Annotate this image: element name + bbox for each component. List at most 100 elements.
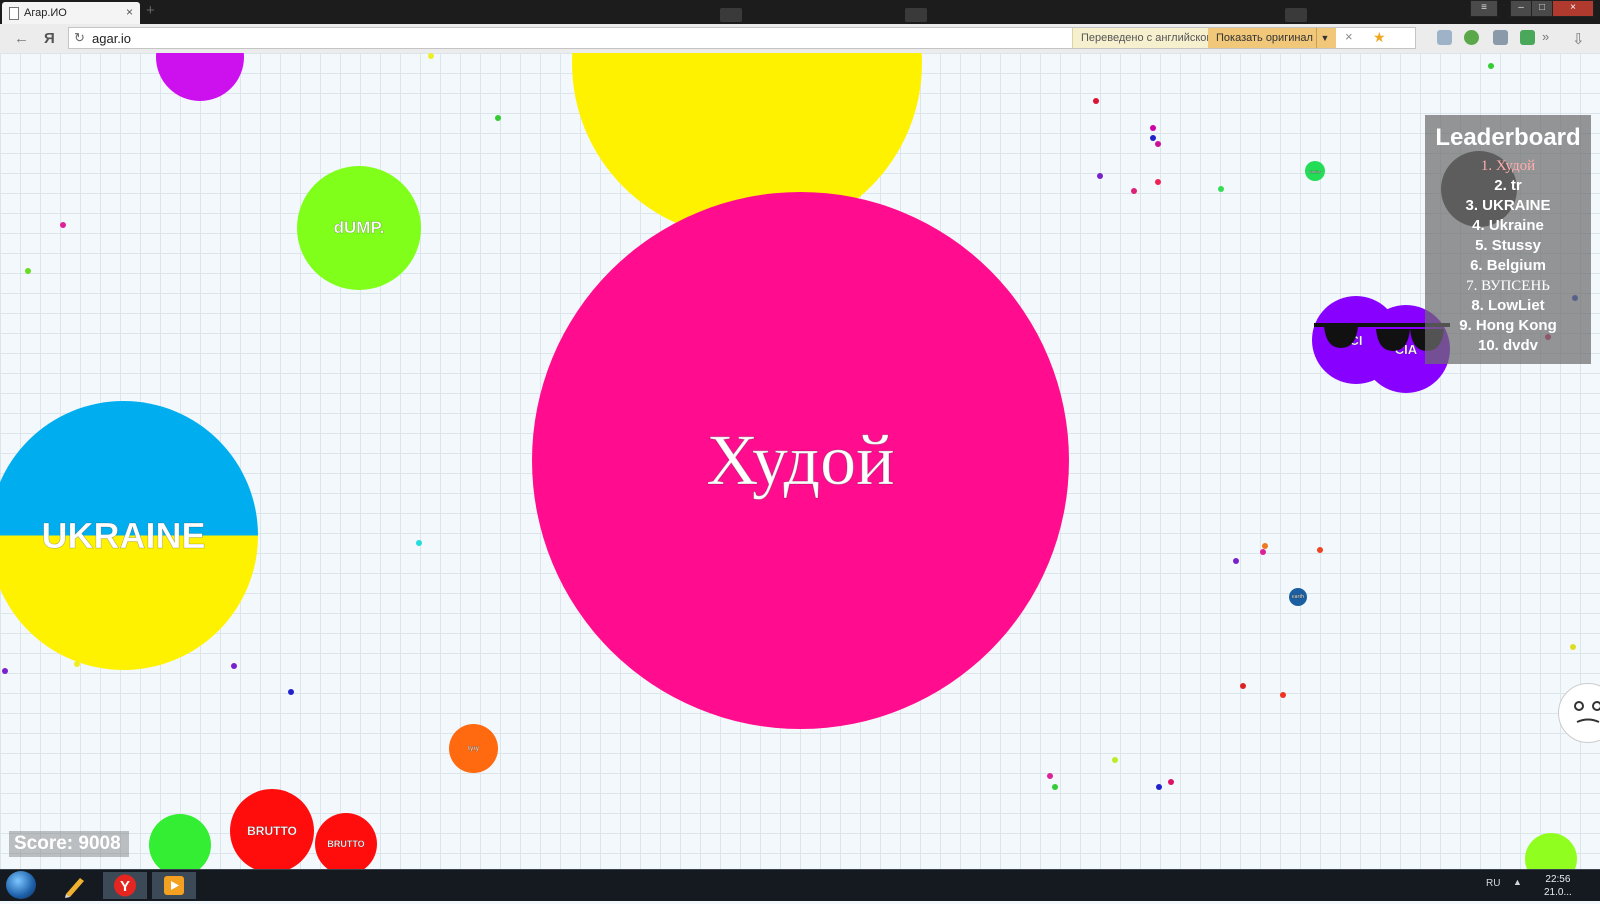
- window-close-button[interactable]: ×: [1552, 0, 1594, 17]
- keyboard-language[interactable]: RU: [1486, 878, 1500, 889]
- taskbar-app-media-player[interactable]: [152, 872, 196, 899]
- food-pellet: [1150, 135, 1156, 141]
- food-pellet: [1155, 179, 1161, 185]
- back-arrow-icon[interactable]: ←: [14, 30, 29, 47]
- clock-time: 22:56: [1545, 874, 1571, 885]
- food-pellet: [2, 668, 8, 674]
- cell-name-label: earth: [1291, 594, 1305, 601]
- cell-name-label: Kallus: [1308, 168, 1322, 174]
- food-pellet: [25, 268, 31, 274]
- food-pellet: [231, 663, 237, 669]
- food-pellet: [1047, 773, 1053, 779]
- leaderboard-entry: 4. Ukraine: [1472, 217, 1544, 234]
- cell-name-label: BRUTTO: [247, 824, 297, 839]
- new-tab-button[interactable]: +: [146, 3, 155, 18]
- mail-icon[interactable]: [1437, 30, 1452, 45]
- taskbar-app[interactable]: [52, 872, 96, 899]
- chevron-down-icon[interactable]: ▼: [1316, 28, 1333, 48]
- leaderboard-entry: 6. Belgium: [1470, 257, 1546, 274]
- browser-tab[interactable]: Агар.ИО ×: [2, 2, 140, 24]
- yandex-browser-icon: Y: [114, 874, 136, 897]
- bookmark-star-icon[interactable]: ★: [1373, 29, 1386, 46]
- food-pellet: [1218, 186, 1224, 192]
- url-text[interactable]: agar.io: [92, 31, 131, 46]
- main-player-cell: Худой: [532, 192, 1069, 729]
- leaderboard-entry: 9. Hong Kong: [1459, 317, 1557, 334]
- lock-extension-icon[interactable]: [1493, 30, 1508, 45]
- cell-name-label: UKRAINE: [41, 514, 206, 556]
- food-pellet: [1233, 558, 1239, 564]
- meme-face-skin-cell: [1558, 683, 1600, 743]
- start-button[interactable]: [6, 871, 36, 899]
- translated-notice: Переведено с английского: [1072, 28, 1225, 48]
- leaderboard: Leaderboard 1. Худой 2. tr 3. UKRAINE 4.…: [1425, 115, 1591, 364]
- tab-close-button[interactable]: ×: [126, 5, 133, 19]
- shield-icon[interactable]: [1520, 30, 1535, 45]
- maximize-button[interactable]: □: [1531, 0, 1553, 17]
- cell-name-label: dUMP.: [333, 218, 385, 238]
- food-pellet: [1097, 173, 1103, 179]
- clock-date: 21.0...: [1544, 887, 1572, 898]
- food-pellet: [1052, 784, 1058, 790]
- leaderboard-entry: 1. Худой: [1480, 158, 1536, 174]
- clock[interactable]: 22:56 21.0...: [1544, 873, 1572, 899]
- player-cell-brutto: BRUTTO: [230, 789, 314, 869]
- player-cell: [156, 53, 244, 101]
- show-original-button[interactable]: Показать оригинал ▼: [1208, 28, 1336, 48]
- food-pellet: [1260, 549, 1266, 555]
- food-pellet: [1150, 125, 1156, 131]
- food-pellet: [1112, 757, 1118, 763]
- media-player-icon: [164, 876, 184, 895]
- cell-name-label: Худой: [706, 420, 895, 501]
- page-icon: [9, 7, 19, 20]
- food-pellet: [495, 115, 501, 121]
- address-bar[interactable]: ↻ agar.io Переведено с английского Показ…: [68, 27, 1416, 49]
- player-cell-earth: earth: [1289, 588, 1307, 606]
- refresh-extension-icon[interactable]: [1464, 30, 1479, 45]
- download-icon[interactable]: ⇩: [1572, 30, 1585, 48]
- close-translation-button[interactable]: ×: [1345, 29, 1353, 44]
- player-cell-kallus: Kallus: [1305, 161, 1325, 181]
- leaderboard-entry: 8. LowLiet: [1471, 297, 1545, 314]
- food-pellet: [74, 661, 80, 667]
- leaderboard-entry: 5. Stussy: [1475, 237, 1541, 254]
- yandex-logo-icon[interactable]: Я: [44, 30, 55, 47]
- food-pellet: [1093, 98, 1099, 104]
- food-pellet: [428, 53, 434, 59]
- food-pellet: [1280, 692, 1286, 698]
- player-cell: [149, 814, 211, 869]
- leaderboard-entry: 2. tr: [1494, 177, 1522, 194]
- leaderboard-entry: 10. dvdv: [1477, 337, 1539, 354]
- food-pellet: [1240, 683, 1246, 689]
- taskbar-app-yandex-browser[interactable]: Y: [103, 872, 147, 899]
- tray-expand-icon[interactable]: ▲: [1513, 877, 1522, 887]
- food-pellet: [1570, 644, 1576, 650]
- show-original-label: Показать оригинал: [1216, 32, 1313, 44]
- leaderboard-entry: 3. UKRAINE: [1465, 197, 1551, 214]
- reload-icon[interactable]: ↻: [74, 30, 85, 46]
- food-pellet: [1317, 547, 1323, 553]
- player-cell-brutto: BRUTTO: [315, 813, 377, 869]
- tab-title: Агар.ИО: [24, 7, 67, 19]
- game-canvas[interactable]: dUMP. UKRAINE Худой CI CIA tyry earth Ka…: [0, 53, 1600, 869]
- food-pellet: [1155, 141, 1161, 147]
- pencil-app-icon: [65, 878, 84, 898]
- desktop-shortcut-icon: [905, 8, 927, 22]
- food-pellet: [1168, 779, 1174, 785]
- cell-name-label: tyry: [467, 745, 480, 752]
- meme-face-icon: [1574, 701, 1600, 723]
- player-cell-tyry: tyry: [449, 724, 498, 773]
- desktop-shortcut-icon: [1285, 8, 1307, 22]
- svg-text:Y: Y: [120, 878, 130, 895]
- windows-taskbar: Y RU ▲ 22:56 21.0...: [0, 869, 1600, 901]
- food-pellet: [1131, 188, 1137, 194]
- browser-toolbar: ← Я ↻ agar.io Переведено с английского П…: [0, 24, 1600, 54]
- food-pellet: [1156, 784, 1162, 790]
- minimize-button[interactable]: –: [1510, 0, 1532, 17]
- desktop-shortcut-icon: [720, 8, 742, 22]
- cell-name-label: BRUTTO: [327, 839, 365, 850]
- extensions-overflow-icon[interactable]: »: [1542, 29, 1549, 44]
- food-pellet: [416, 540, 422, 546]
- browser-menu-button[interactable]: ≡: [1470, 0, 1498, 17]
- player-cell-ukraine: UKRAINE: [0, 401, 258, 670]
